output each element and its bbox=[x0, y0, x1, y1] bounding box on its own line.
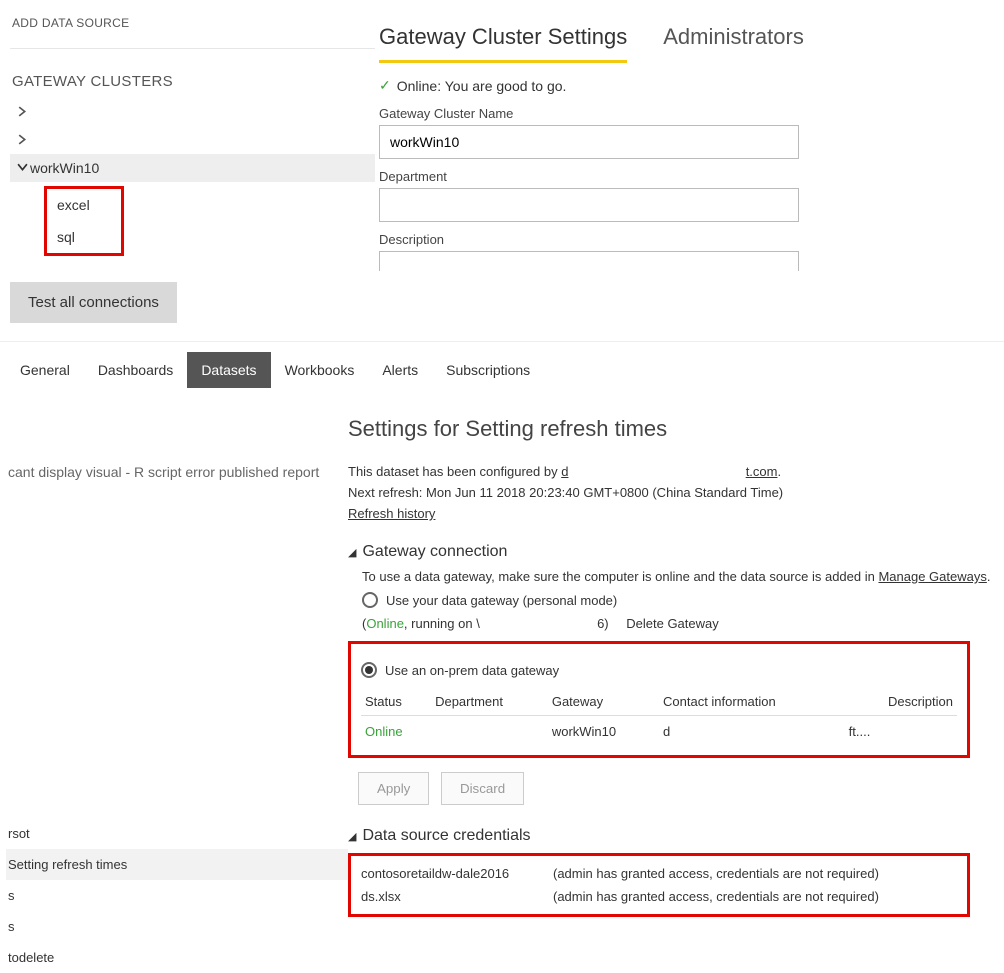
onprem-gateway-box: Use an on-prem data gateway Status Depar… bbox=[348, 641, 970, 758]
credential-msg: (admin has granted access, credentials a… bbox=[553, 889, 879, 904]
credential-name: ds.xlsx bbox=[361, 889, 531, 904]
cluster-name-label: Gateway Cluster Name bbox=[379, 106, 1004, 121]
tab-alerts[interactable]: Alerts bbox=[368, 352, 432, 388]
gateway-clusters-heading: GATEWAY CLUSTERS bbox=[12, 73, 375, 90]
list-item[interactable]: rsot bbox=[6, 818, 348, 849]
personal-gateway-status: Online bbox=[366, 616, 404, 631]
apply-button[interactable]: Apply bbox=[358, 772, 429, 805]
refresh-history-link[interactable]: Refresh history bbox=[348, 506, 435, 521]
data-source-excel[interactable]: excel bbox=[47, 189, 121, 221]
data-source-list: excel sql bbox=[44, 186, 124, 256]
settings-title: Settings for Setting refresh times bbox=[348, 416, 1000, 442]
credential-row: contosoretaildw-dale2016 (admin has gran… bbox=[361, 862, 957, 885]
gateway-status: ✓ Online: You are good to go. bbox=[379, 77, 1004, 94]
table-row[interactable]: Online workWin10 d ft.... bbox=[361, 716, 957, 748]
col-description: Description bbox=[845, 688, 957, 716]
next-refresh-line: Next refresh: Mon Jun 11 2018 20:23:40 G… bbox=[348, 485, 1000, 500]
chevron-right-icon bbox=[14, 104, 30, 120]
list-item-selected[interactable]: Setting refresh times bbox=[6, 849, 348, 880]
credential-row: ds.xlsx (admin has granted access, crede… bbox=[361, 885, 957, 908]
credential-name: contosoretaildw-dale2016 bbox=[361, 866, 531, 881]
configured-user-link-2[interactable]: t.com bbox=[746, 464, 778, 479]
discard-button[interactable]: Discard bbox=[441, 772, 524, 805]
triangle-down-icon: ◢ bbox=[348, 830, 356, 843]
col-department: Department bbox=[431, 688, 548, 716]
list-item[interactable]: s bbox=[6, 880, 348, 911]
radio-personal-gateway-label: Use your data gateway (personal mode) bbox=[386, 593, 617, 608]
department-label: Department bbox=[379, 169, 1004, 184]
data-source-credentials-accordion[interactable]: ◢ Data source credentials bbox=[348, 827, 1000, 845]
chevron-down-icon bbox=[14, 160, 30, 176]
gateway-connection-accordion[interactable]: ◢ Gateway connection bbox=[348, 543, 1000, 561]
radio-onprem-gateway-label: Use an on-prem data gateway bbox=[385, 663, 559, 678]
configured-by-line: This dataset has been configured by d t.… bbox=[348, 464, 1000, 479]
tab-subscriptions[interactable]: Subscriptions bbox=[432, 352, 544, 388]
dataset-list-heading: cant display visual - R script error pub… bbox=[6, 456, 348, 488]
delete-gateway-link[interactable]: Delete Gateway bbox=[626, 616, 719, 631]
description-label: Description bbox=[379, 232, 1004, 247]
cluster-label: workWin10 bbox=[30, 160, 99, 176]
gateway-connection-heading: Gateway connection bbox=[362, 543, 507, 561]
description-input[interactable] bbox=[379, 251, 799, 271]
tab-datasets[interactable]: Datasets bbox=[187, 352, 270, 388]
col-contact: Contact information bbox=[659, 688, 845, 716]
gateway-table: Status Department Gateway Contact inform… bbox=[361, 688, 957, 747]
radio-onprem-gateway[interactable] bbox=[361, 662, 377, 678]
cluster-item-workwin10[interactable]: workWin10 bbox=[10, 154, 375, 182]
tab-administrators[interactable]: Administrators bbox=[663, 24, 804, 63]
manage-gateways-link[interactable]: Manage Gateways bbox=[878, 569, 986, 584]
credential-msg: (admin has granted access, credentials a… bbox=[553, 866, 879, 881]
triangle-down-icon: ◢ bbox=[348, 546, 356, 559]
col-gateway: Gateway bbox=[548, 688, 659, 716]
credentials-box: contosoretaildw-dale2016 (admin has gran… bbox=[348, 853, 970, 917]
tab-dashboards[interactable]: Dashboards bbox=[84, 352, 188, 388]
tab-workbooks[interactable]: Workbooks bbox=[271, 352, 369, 388]
department-input[interactable] bbox=[379, 188, 799, 222]
radio-personal-gateway[interactable] bbox=[362, 592, 378, 608]
list-item[interactable]: s bbox=[6, 911, 348, 942]
dataset-tabs: General Dashboards Datasets Workbooks Al… bbox=[0, 352, 1004, 388]
list-item[interactable]: todelete bbox=[6, 942, 348, 973]
col-status: Status bbox=[361, 688, 431, 716]
tab-gateway-cluster-settings[interactable]: Gateway Cluster Settings bbox=[379, 24, 627, 63]
gateway-blurb: To use a data gateway, make sure the com… bbox=[362, 569, 1000, 584]
data-source-credentials-heading: Data source credentials bbox=[362, 827, 530, 845]
data-source-sql[interactable]: sql bbox=[47, 221, 121, 253]
check-icon: ✓ bbox=[379, 77, 391, 94]
cluster-item-collapsed[interactable] bbox=[10, 98, 375, 126]
cluster-item-collapsed[interactable] bbox=[10, 126, 375, 154]
configured-user-link[interactable]: d bbox=[561, 464, 568, 479]
cluster-name-input[interactable] bbox=[379, 125, 799, 159]
chevron-right-icon bbox=[14, 132, 30, 148]
tab-general[interactable]: General bbox=[6, 352, 84, 388]
status-text: Online: You are good to go. bbox=[397, 78, 567, 94]
add-data-source-link[interactable]: ADD DATA SOURCE bbox=[12, 16, 375, 30]
test-all-connections-button[interactable]: Test all connections bbox=[10, 282, 177, 323]
